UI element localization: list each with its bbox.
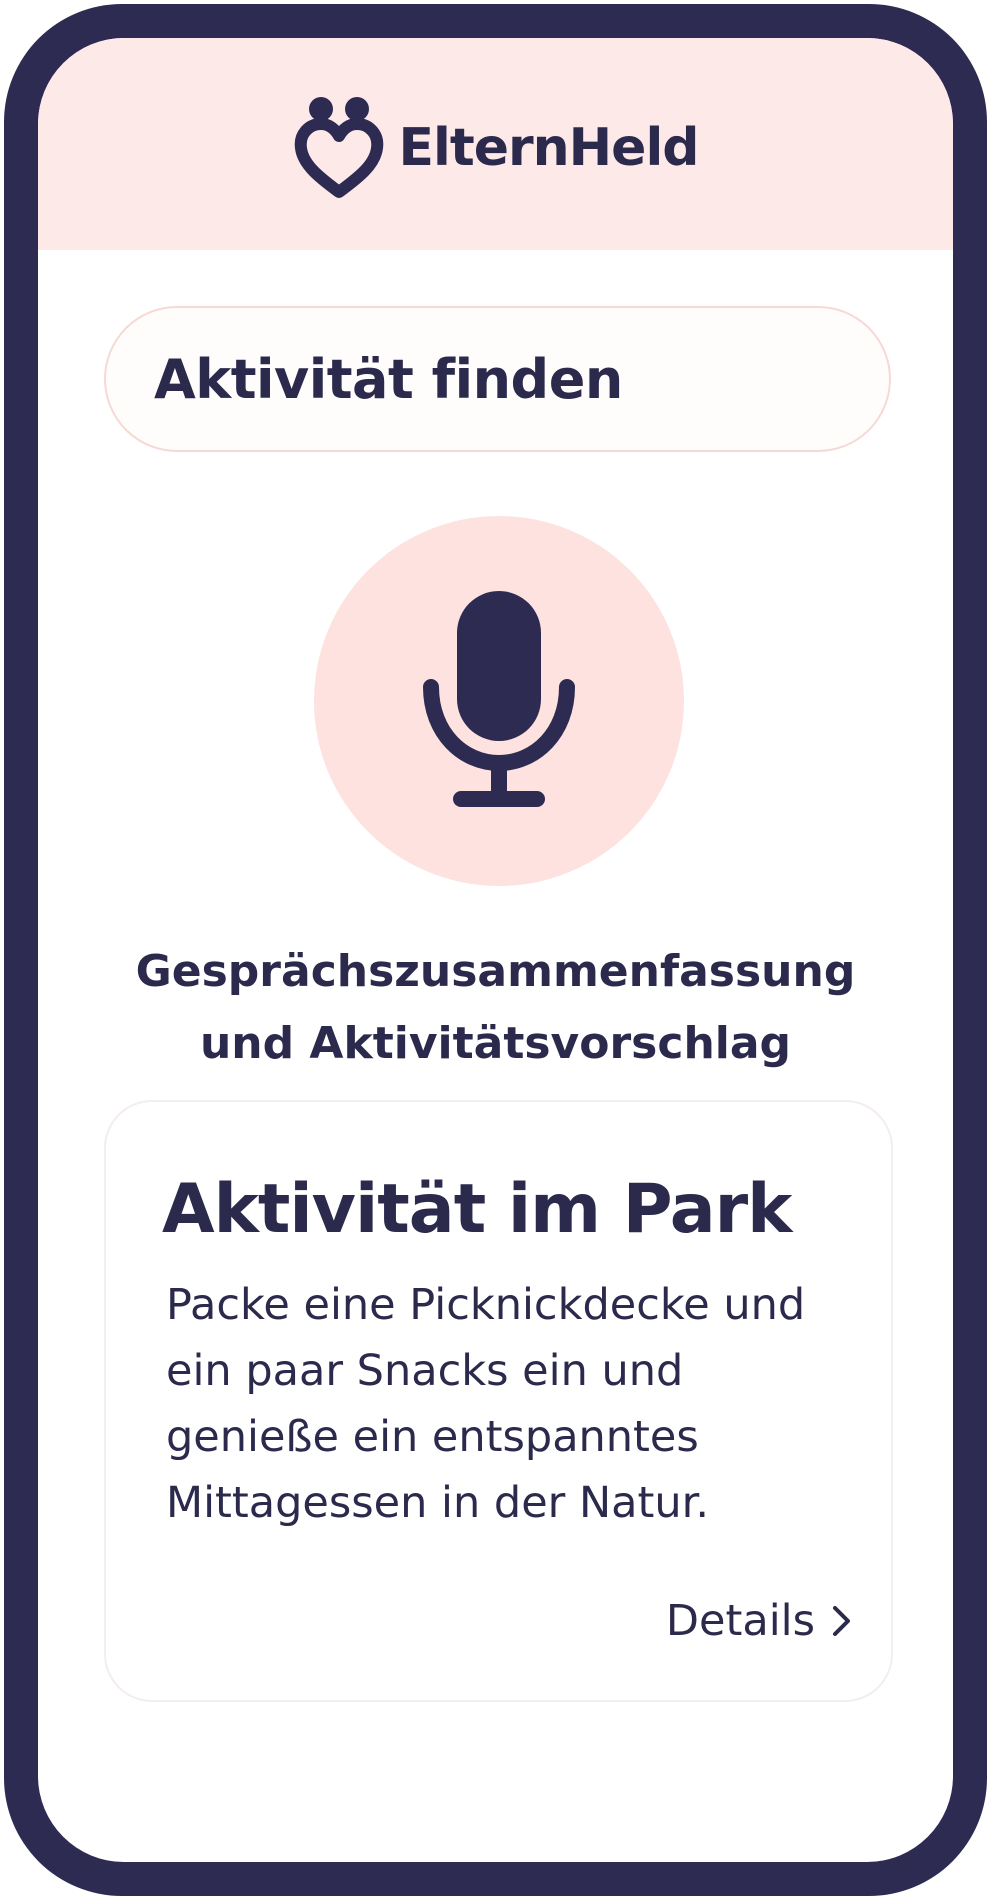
- brand: ElternHeld: [38, 96, 953, 200]
- microphone-icon: [423, 591, 575, 807]
- chevron-right-icon: [833, 1606, 850, 1636]
- activity-card[interactable]: Aktivität im Park Packe eine Picknickdec…: [104, 1100, 893, 1702]
- activity-title: Aktivität im Park: [162, 1170, 792, 1249]
- summary-heading-line-2: und Aktivitätsvorschlag: [199, 1018, 792, 1069]
- details-link[interactable]: Details: [666, 1596, 855, 1646]
- voice-record-button[interactable]: [314, 516, 684, 886]
- details-label: Details: [665, 1596, 815, 1646]
- brand-name: ElternHeld: [398, 118, 700, 178]
- app-screen: ElternHeld Aktivität finden Gesprächszus…: [38, 38, 953, 1862]
- summary-heading: Gesprächszusammenfassung und Aktivitätsv…: [68, 936, 923, 1080]
- activity-description: Packe eine Picknickdecke und ein paar Sn…: [166, 1280, 806, 1528]
- find-activity-field[interactable]: Aktivität finden: [104, 306, 891, 452]
- app-header: ElternHeld: [38, 38, 953, 250]
- summary-heading-line-1: Gesprächszusammenfassung: [135, 946, 856, 997]
- logo-icon: [294, 97, 383, 198]
- find-activity-label: Aktivität finden: [154, 347, 623, 411]
- phone-frame: ElternHeld Aktivität finden Gesprächszus…: [4, 4, 987, 1896]
